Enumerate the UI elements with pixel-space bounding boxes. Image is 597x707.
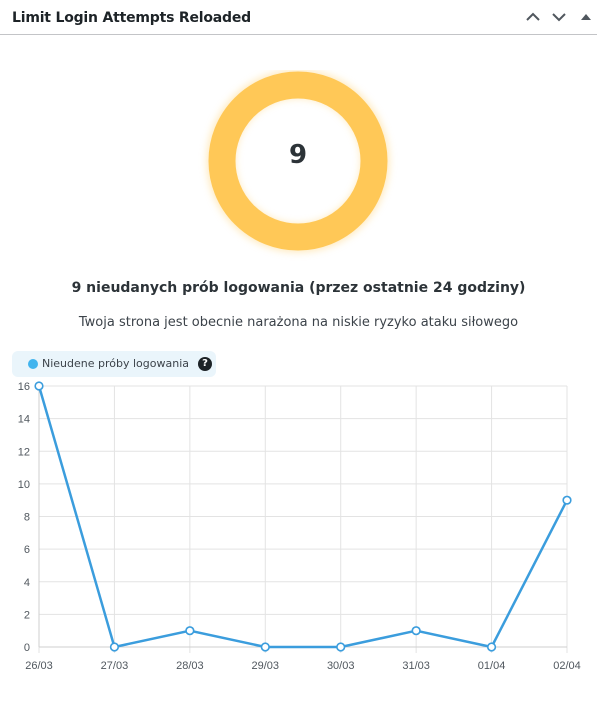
failed-count-value: 9 bbox=[288, 140, 308, 170]
y-tick-label: 0 bbox=[24, 642, 30, 654]
x-tick-label: 02/04 bbox=[553, 660, 581, 672]
chevron-down-icon[interactable] bbox=[549, 7, 569, 27]
y-tick-label: 14 bbox=[18, 414, 30, 426]
caret-up-icon[interactable] bbox=[576, 7, 596, 27]
y-tick-label: 8 bbox=[24, 512, 30, 524]
y-tick-label: 10 bbox=[18, 479, 30, 491]
y-tick-label: 12 bbox=[18, 446, 30, 458]
y-tick-label: 4 bbox=[24, 577, 30, 589]
data-point bbox=[34, 381, 44, 391]
widget-header: Limit Login Attempts Reloaded bbox=[0, 0, 597, 35]
chart-legend[interactable]: Nieudene próby logowania ? bbox=[12, 351, 216, 377]
x-tick-label: 01/04 bbox=[478, 660, 506, 672]
x-tick-label: 27/03 bbox=[101, 660, 129, 672]
y-tick-label: 16 bbox=[18, 381, 30, 393]
failed-attempts-gauge bbox=[207, 70, 389, 252]
failed-attempts-headline: 9 nieudanych prób logowania (przez ostat… bbox=[71, 280, 526, 296]
data-point bbox=[336, 642, 346, 652]
legend-label: Nieudene próby logowania bbox=[42, 357, 189, 370]
x-tick-label: 26/03 bbox=[25, 660, 53, 672]
x-tick-label: 31/03 bbox=[402, 660, 430, 672]
help-icon[interactable]: ? bbox=[198, 357, 212, 371]
data-point bbox=[109, 642, 120, 652]
x-tick-label: 28/03 bbox=[176, 660, 204, 672]
y-tick-label: 6 bbox=[24, 544, 30, 556]
failed-logins-line-chart: 0 2 4 6 8 10 12 14 16 26/03 27/03 28/03 29/03 30/03 31… bbox=[18, 381, 581, 672]
data-point bbox=[486, 642, 497, 652]
widget-title: Limit Login Attempts Reloaded bbox=[12, 10, 251, 26]
x-tick-label: 30/03 bbox=[327, 660, 355, 672]
risk-status-text: Twoja strona jest obecnie narażona na ni… bbox=[78, 315, 519, 330]
data-point bbox=[260, 642, 270, 652]
dashboard-widget: Limit Login Attempts Reloaded 9 9 nieuda… bbox=[0, 0, 597, 707]
data-point bbox=[562, 495, 572, 505]
chevron-up-icon[interactable] bbox=[523, 7, 543, 27]
data-point bbox=[185, 626, 195, 636]
x-tick-label: 29/03 bbox=[252, 660, 280, 672]
legend-color-dot bbox=[28, 359, 38, 369]
data-point bbox=[411, 626, 421, 636]
y-tick-label: 2 bbox=[24, 609, 30, 621]
